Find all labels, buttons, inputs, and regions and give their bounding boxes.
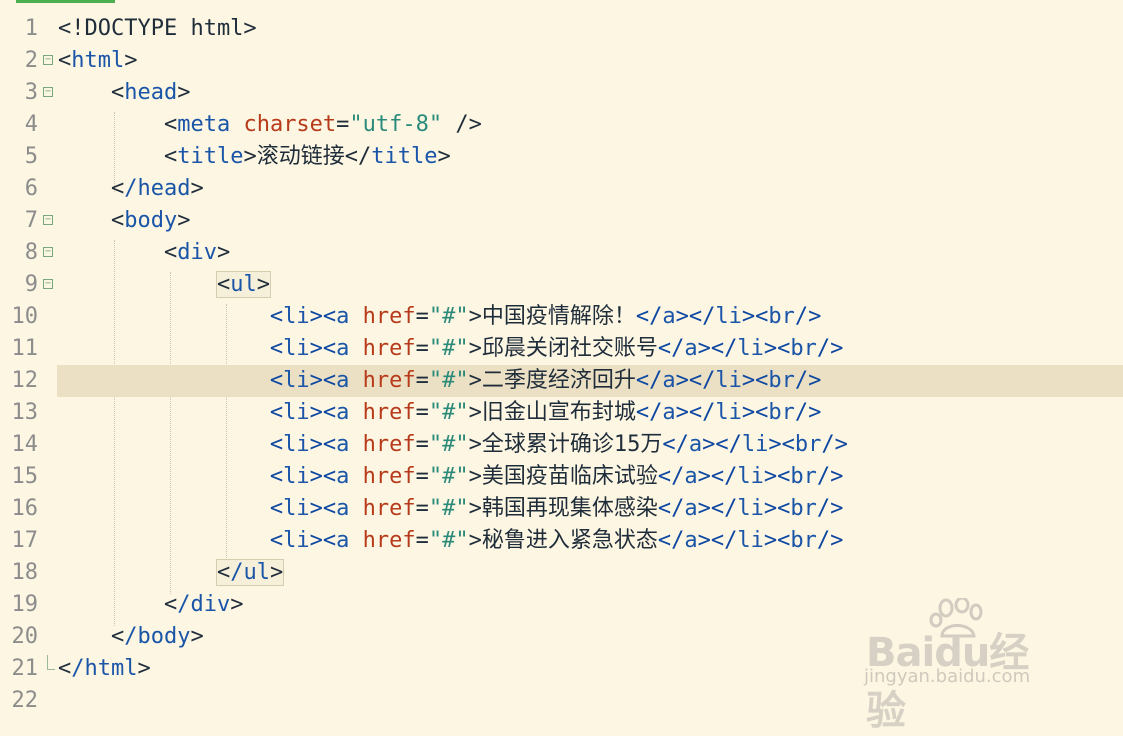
- line-number: 20: [11, 624, 39, 649]
- code-line-11[interactable]: 11 <li><a href="#">邱晨关闭社交账号</a></li><br/…: [0, 333, 1123, 365]
- code-line-7[interactable]: 7 <body>: [0, 205, 1123, 237]
- line-number: 14: [11, 432, 39, 457]
- code-text: <ul>: [58, 269, 271, 301]
- code-line-8[interactable]: 8 <div>: [0, 237, 1123, 269]
- code-line-1[interactable]: 1 <!DOCTYPE html>: [0, 13, 1123, 45]
- code-line-3[interactable]: 3 <head>: [0, 77, 1123, 109]
- code-line-9[interactable]: 9 <ul>: [0, 269, 1123, 301]
- line-number: 6: [24, 176, 38, 201]
- line-number: 22: [11, 688, 39, 713]
- fold-toggle-icon[interactable]: [43, 87, 53, 97]
- line-number: 19: [11, 592, 39, 617]
- line-number: 9: [24, 272, 38, 297]
- line-number: 21: [11, 656, 39, 681]
- line-number: 7: [24, 208, 38, 233]
- code-line-17[interactable]: 17 <li><a href="#">秘鲁进入紧急状态</a></li><br/…: [0, 525, 1123, 557]
- line-number: 16: [11, 496, 39, 521]
- code-text: <!DOCTYPE html>: [58, 16, 257, 41]
- code-text: <meta charset="utf-8" />: [163, 112, 482, 137]
- code-line-14[interactable]: 14 <li><a href="#">全球累计确诊15万</a></li><br…: [0, 429, 1123, 461]
- code-text: <title>滚动链接</title>: [163, 144, 451, 169]
- code-text: </html>: [58, 656, 151, 681]
- fold-end-marker: [47, 655, 55, 670]
- code-line-4[interactable]: 4 <meta charset="utf-8" />: [0, 109, 1123, 141]
- code-text: <li><a href="#">二季度经济回升</a></li><br/>: [269, 368, 822, 393]
- line-number: 13: [11, 400, 39, 425]
- line-number: 2: [24, 48, 38, 73]
- code-line-15[interactable]: 15 <li><a href="#">美国疫苗临床试验</a></li><br/…: [0, 461, 1123, 493]
- line-number: 3: [24, 80, 38, 105]
- line-number: 8: [24, 240, 38, 265]
- fold-toggle-icon[interactable]: [43, 279, 53, 289]
- matching-tag-highlight: </ul>: [215, 559, 285, 586]
- code-line-16[interactable]: 16 <li><a href="#">韩国再现集体感染</a></li><br/…: [0, 493, 1123, 525]
- code-text: <head>: [110, 80, 191, 105]
- fold-toggle-icon[interactable]: [43, 55, 53, 65]
- watermark-url: jingyan.baidu.com: [864, 666, 1031, 687]
- line-number: 17: [11, 528, 39, 553]
- code-text: <li><a href="#">旧金山宣布封城</a></li><br/>: [269, 400, 822, 425]
- code-text: </ul>: [58, 557, 285, 589]
- code-text: <body>: [110, 208, 191, 233]
- code-line-13[interactable]: 13 <li><a href="#">旧金山宣布封城</a></li><br/>: [0, 397, 1123, 429]
- code-text: </body>: [110, 624, 204, 649]
- code-text: </div>: [163, 592, 244, 617]
- baidu-jingyan-watermark: Baidu经验 jingyan.baidu.com: [862, 596, 1067, 734]
- line-number: 10: [11, 304, 39, 329]
- code-line-5[interactable]: 5 <title>滚动链接</title>: [0, 141, 1123, 173]
- line-number: 1: [24, 16, 38, 41]
- code-text: <li><a href="#">邱晨关闭社交账号</a></li><br/>: [269, 336, 844, 361]
- line-number: 4: [24, 112, 38, 137]
- active-tab-indicator: [16, 0, 115, 3]
- code-line-18[interactable]: 18 </ul>: [0, 557, 1123, 589]
- code-text: <div>: [163, 240, 231, 265]
- line-number: 5: [24, 144, 38, 169]
- fold-toggle-icon[interactable]: [43, 247, 53, 257]
- fold-toggle-icon[interactable]: [43, 215, 53, 225]
- line-number: 12: [11, 368, 39, 393]
- code-text: <li><a href="#">秘鲁进入紧急状态</a></li><br/>: [269, 528, 844, 553]
- code-text: <li><a href="#">美国疫苗临床试验</a></li><br/>: [269, 464, 844, 489]
- line-number: 15: [11, 464, 39, 489]
- code-line-6[interactable]: 6 </head>: [0, 173, 1123, 205]
- code-text: <html>: [58, 48, 138, 73]
- line-number: 11: [11, 336, 39, 361]
- code-text: <li><a href="#">韩国再现集体感染</a></li><br/>: [269, 496, 844, 521]
- code-text: </head>: [110, 176, 204, 201]
- matching-tag-highlight: <ul>: [215, 271, 271, 298]
- code-line-10[interactable]: 10 <li><a href="#">中国疫情解除！</a></li><br/>: [0, 301, 1123, 333]
- code-line-12-current[interactable]: 12 <li><a href="#">二季度经济回升</a></li><br/>: [12, 365, 1123, 397]
- line-number: 18: [11, 560, 39, 585]
- code-text: <li><a href="#">中国疫情解除！</a></li><br/>: [269, 304, 822, 329]
- code-editor[interactable]: 1 <!DOCTYPE html> 2 <html> 3 <head> 4 <m…: [0, 0, 1123, 734]
- code-text: <li><a href="#">全球累计确诊15万</a></li><br/>: [269, 432, 848, 457]
- code-line-2[interactable]: 2 <html>: [0, 45, 1123, 77]
